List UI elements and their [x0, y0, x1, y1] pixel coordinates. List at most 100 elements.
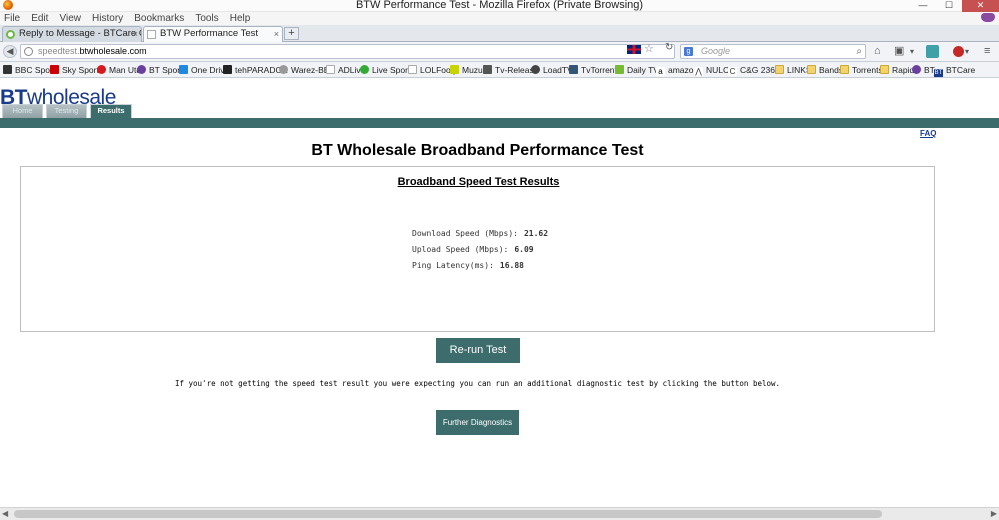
- nav-tab-results[interactable]: Results: [90, 104, 132, 118]
- bookmark-item[interactable]: ⋀ NULC: [694, 62, 729, 77]
- bookmark-item[interactable]: a amazon: [656, 62, 698, 77]
- results-panel: Broadband Speed Test Results Download Sp…: [20, 166, 935, 332]
- bookmark-item[interactable]: BBC Sport: [3, 62, 55, 77]
- window-titlebar: BTW Performance Test - Mozilla Firefox (…: [0, 0, 999, 12]
- tab-close-icon[interactable]: ×: [133, 27, 138, 41]
- tab-label: Reply to Message - BTCare Communi...: [19, 28, 141, 39]
- menu-file[interactable]: File: [4, 12, 20, 25]
- search-icon[interactable]: ⌕: [856, 45, 862, 58]
- results-heading: Broadband Speed Test Results: [397, 176, 560, 188]
- maximize-button[interactable]: ☐: [936, 0, 962, 12]
- private-browsing-mask-icon: [981, 13, 995, 22]
- folder-icon: [775, 65, 784, 74]
- bookmark-folder[interactable]: Torrents: [840, 62, 883, 77]
- menu-tools[interactable]: Tools: [195, 12, 218, 25]
- tv-release-icon: [483, 65, 492, 74]
- one-drive-icon: [179, 65, 188, 74]
- bookmark-item[interactable]: Daily TV: [615, 62, 659, 77]
- home-icon[interactable]: ⌂: [874, 45, 881, 58]
- bookmark-star-icon[interactable]: ☆: [644, 42, 654, 55]
- muzu-icon: [450, 65, 459, 74]
- page-icon: [326, 65, 335, 74]
- menu-history[interactable]: History: [92, 12, 123, 25]
- tvtorrents-icon: [569, 65, 578, 74]
- page-title: BT Wholesale Broadband Performance Test: [311, 142, 644, 159]
- amazon-icon: a: [656, 67, 665, 76]
- menu-help[interactable]: Help: [230, 12, 251, 25]
- bookmarks-bar: BBC Sport Sky Sports Man Utd BT Sport On…: [0, 62, 999, 78]
- nav-tab-testing[interactable]: Testing: [46, 104, 87, 118]
- window-title: BTW Performance Test - Mozilla Firefox (…: [355, 0, 644, 11]
- close-window-button[interactable]: ✕: [962, 0, 999, 12]
- uk-flag-icon[interactable]: [627, 45, 641, 54]
- nav-tab-home[interactable]: Home: [2, 104, 43, 118]
- bookmark-item[interactable]: Man Utd: [97, 62, 141, 77]
- bookmark-item[interactable]: Muzu: [450, 62, 483, 77]
- daily-tv-icon: [615, 65, 624, 74]
- faq-link[interactable]: FAQ: [920, 129, 936, 138]
- bookmark-item[interactable]: TvTorrents: [569, 62, 621, 77]
- folder-icon: [807, 65, 816, 74]
- bookmark-item[interactable]: C C&G 2365: [728, 62, 780, 77]
- url-bar[interactable]: speedtest.btwholesale.com: [20, 44, 675, 59]
- chevron-down-icon[interactable]: ▾: [910, 45, 914, 58]
- back-button[interactable]: ◀: [3, 45, 17, 58]
- upload-speed-label: Upload Speed (Mbps):: [412, 245, 509, 254]
- menu-overflow-icon[interactable]: ≡: [984, 45, 990, 58]
- diagnostic-hint-text: If you're not getting the speed test res…: [174, 379, 781, 388]
- bookmark-item[interactable]: LoadTV: [531, 62, 573, 77]
- tab-close-icon[interactable]: ×: [274, 27, 279, 41]
- bt-sport-icon: [137, 65, 146, 74]
- page-icon: [408, 65, 417, 74]
- menu-edit[interactable]: Edit: [31, 12, 48, 25]
- bookmark-item[interactable]: BT Sport: [137, 62, 182, 77]
- bookmark-folder[interactable]: Bands: [807, 62, 843, 77]
- bookmark-item[interactable]: Warez-BB: [279, 62, 329, 77]
- new-tab-button[interactable]: +: [284, 27, 299, 40]
- horizontal-scrollbar[interactable]: ◀ ▶: [0, 507, 999, 520]
- menu-bar: File Edit View History Bookmarks Tools H…: [0, 12, 999, 25]
- tehparadox-icon: [223, 65, 232, 74]
- bookmark-item[interactable]: BT: [912, 62, 935, 77]
- addon-icon[interactable]: [926, 45, 939, 58]
- further-diagnostics-button[interactable]: Further Diagnostics: [436, 410, 519, 435]
- bbc-icon: [3, 65, 12, 74]
- bookmark-item[interactable]: Sky Sports: [50, 62, 103, 77]
- url-host: btwholesale.com: [79, 46, 147, 56]
- folder-icon: [880, 65, 889, 74]
- upload-speed-row: Upload Speed (Mbps): 6.09: [412, 245, 534, 254]
- upload-speed-value: 6.09: [514, 245, 534, 254]
- download-speed-row: Download Speed (Mbps): 21.62: [412, 229, 548, 238]
- folder-icon: [840, 65, 849, 74]
- menu-bookmarks[interactable]: Bookmarks: [134, 12, 184, 25]
- cg-icon: C: [728, 67, 737, 76]
- btcare-favicon-icon: [6, 30, 15, 39]
- bookmark-item[interactable]: BT BTCare: [934, 62, 975, 77]
- header-bar: [0, 118, 999, 128]
- download-speed-label: Download Speed (Mbps):: [412, 229, 518, 238]
- bookmark-folder[interactable]: Rapid: [880, 62, 914, 77]
- search-input[interactable]: g Google ⌕: [680, 44, 866, 59]
- navigation-bar: ◀ speedtest.btwholesale.com ☆ ↻ g Google…: [0, 42, 999, 62]
- page-content: BTwholesale Home Testing Results FAQ BT …: [0, 79, 999, 507]
- page-favicon-icon: [147, 30, 156, 39]
- site-identity-icon[interactable]: [24, 47, 33, 56]
- google-engine-icon[interactable]: g: [684, 47, 693, 56]
- rerun-test-button[interactable]: Re-run Test: [436, 338, 520, 363]
- chevron-down-icon[interactable]: ▾: [965, 45, 969, 58]
- tab-btcare[interactable]: Reply to Message - BTCare Communi... ×: [2, 26, 142, 42]
- tab-btw-performance[interactable]: BTW Performance Test ×: [143, 26, 283, 43]
- menu-view[interactable]: View: [59, 12, 81, 25]
- reload-icon[interactable]: ↻: [665, 42, 673, 53]
- scroll-right-icon[interactable]: ▶: [991, 509, 997, 518]
- downloads-icon[interactable]: ▣: [894, 45, 904, 58]
- bookmark-item[interactable]: Live Sports: [360, 62, 415, 77]
- bookmark-item[interactable]: One Drive: [179, 62, 229, 77]
- scroll-left-icon[interactable]: ◀: [2, 509, 8, 518]
- scrollbar-thumb[interactable]: [14, 510, 882, 518]
- nulc-icon: ⋀: [694, 67, 703, 76]
- minimize-button[interactable]: —: [910, 0, 936, 12]
- download-speed-value: 21.62: [523, 229, 549, 238]
- ping-latency-value: 16.88: [499, 261, 524, 270]
- adblock-icon[interactable]: [953, 46, 964, 57]
